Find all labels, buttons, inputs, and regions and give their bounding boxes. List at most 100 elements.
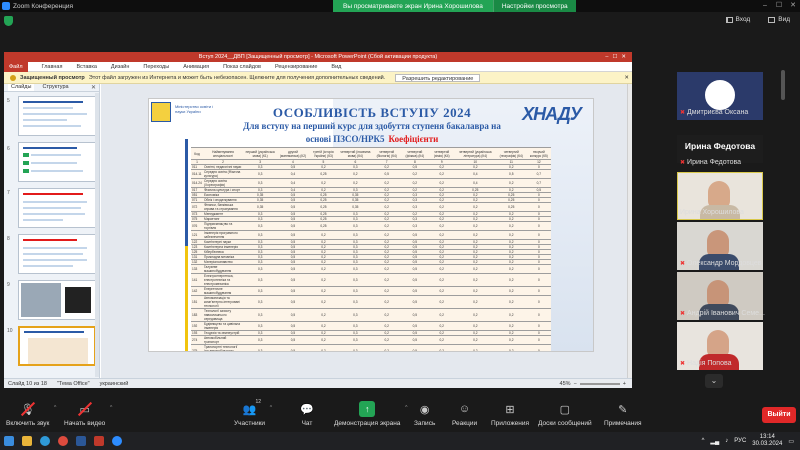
slide-scrollbar[interactable]: [627, 84, 632, 378]
language[interactable]: украинский: [100, 381, 129, 387]
participants-scrollbar[interactable]: [781, 70, 785, 100]
caret-up-icon[interactable]: ^: [270, 405, 272, 411]
folder-icon: [22, 436, 32, 446]
ribbon-tab-animation[interactable]: Анимация: [183, 64, 209, 70]
ribbon-tab-review[interactable]: Рецензирование: [275, 64, 317, 70]
start-button[interactable]: [0, 432, 18, 450]
taskbar-zoom[interactable]: [108, 432, 126, 450]
grid-view-icon: [768, 16, 776, 23]
coefficient-cell: 0: [526, 264, 551, 274]
unmute-button[interactable]: 🎙 ^ Включить звук: [6, 401, 56, 428]
participants-label: Участники: [234, 420, 266, 427]
clock[interactable]: 13:14 30.03.2024: [752, 434, 782, 448]
coefficient-cell: 0: [526, 286, 551, 296]
coefficient-cell: 0,2: [495, 178, 527, 188]
close-button[interactable]: ✕: [786, 0, 800, 12]
view-button[interactable]: Вид: [768, 16, 790, 23]
taskbar-chrome[interactable]: [54, 432, 72, 450]
start-video-button[interactable]: ▭ ^ Начать видео: [64, 401, 112, 428]
zoom-in-icon[interactable]: +: [623, 381, 626, 387]
coefficient-cell: 0,2: [372, 264, 401, 274]
slide-number: 7: [7, 190, 10, 196]
slide-thumbnail-selected[interactable]: [18, 326, 96, 366]
participants-button[interactable]: 👥 12 ^ Участники: [234, 399, 272, 427]
notes-button[interactable]: ✎ Примечания: [604, 401, 642, 428]
tab-slides[interactable]: Слайды: [8, 84, 35, 91]
enable-editing-button[interactable]: Разрешить редактирование: [395, 73, 481, 82]
slide-number: 5: [7, 98, 10, 104]
apps-button[interactable]: ⊞ Приложения: [491, 401, 529, 428]
coefficient-cell: 0,2: [495, 221, 527, 231]
tray-chevron-icon[interactable]: ^: [702, 438, 705, 444]
minimize-button[interactable]: –: [758, 0, 772, 12]
maximize-button[interactable]: ☐: [772, 0, 786, 12]
notifications-icon[interactable]: ▭: [788, 438, 794, 445]
whiteboards-button[interactable]: ▢ Доски сообщений: [538, 401, 592, 428]
coefficient-cell: 0,4: [454, 178, 496, 188]
word-icon: [76, 436, 86, 446]
zoom-out-icon[interactable]: −: [574, 381, 577, 387]
view-options-button[interactable]: Настройки просмотра: [492, 0, 576, 12]
ribbon-tab-view[interactable]: Вид: [331, 64, 341, 70]
slide-title: ОСОБЛИВІСТЬ ВСТУПУ 2024: [272, 105, 472, 120]
ppt-window-controls[interactable]: –☐✕: [605, 52, 630, 62]
coefficient-cell: 0,2: [454, 308, 496, 322]
input-language[interactable]: РУС: [734, 438, 746, 444]
microphone-icon: 🎙: [20, 401, 36, 417]
ribbon-tab-insert[interactable]: Вставка: [76, 64, 96, 70]
ribbon-tab-home[interactable]: Главная: [42, 64, 63, 70]
network-icon[interactable]: ▂▄: [710, 438, 719, 445]
record-button[interactable]: ◉ Запись: [414, 401, 435, 428]
specialty-name: Технології захисту навколишнього середов…: [203, 308, 243, 322]
taskbar-edge[interactable]: [36, 432, 54, 450]
meeting-header: Вход Вид: [0, 12, 800, 30]
chevron-down-icon[interactable]: ⌄: [705, 374, 723, 388]
zoom-window: Zoom Конференция Вы просматриваете экран…: [0, 0, 800, 450]
taskbar-word[interactable]: [72, 432, 90, 450]
chat-button[interactable]: 💬 Чат: [299, 401, 315, 428]
slide-thumbnail[interactable]: [18, 188, 96, 228]
coefficients-table: Код Найменування спеціальності перший (укр…: [191, 147, 551, 351]
coefficient-cell: 0: [526, 321, 551, 331]
muted-mic-icon: ✖: [680, 160, 686, 166]
current-slide[interactable]: Міністерство освіти і науки України ХНАД…: [148, 98, 594, 352]
coefficient-cell: 0,7: [526, 169, 551, 179]
share-screen-button[interactable]: ↑ ^ Демонстрация экрана: [334, 401, 407, 427]
window-controls: – ☐ ✕: [758, 0, 800, 12]
enter-button[interactable]: Вход: [725, 16, 750, 23]
caret-up-icon[interactable]: ^: [405, 405, 407, 411]
close-pane-icon[interactable]: ✕: [91, 84, 96, 91]
ribbon-tab-file[interactable]: Файл: [4, 61, 28, 72]
university-avatar-icon: [703, 78, 737, 112]
slide-thumbnail[interactable]: [18, 280, 96, 320]
zoom-level[interactable]: 45%: [560, 381, 571, 387]
windows-taskbar: ^ ▂▄ ♪ РУС 13:14 30.03.2024 ▭: [0, 432, 800, 450]
coefficient-cell: 0,5: [277, 230, 309, 240]
ribbon-tab-transitions[interactable]: Переходы: [143, 64, 169, 70]
caret-up-icon[interactable]: ^: [54, 405, 56, 411]
slide-thumbnail[interactable]: [18, 142, 96, 182]
zoom-slider[interactable]: [579, 382, 620, 385]
pane-scrollbar[interactable]: [95, 93, 99, 377]
ribbon-tab-slideshow[interactable]: Показ слайдов: [223, 64, 261, 70]
caret-up-icon[interactable]: ^: [110, 405, 112, 411]
coefficient-cell: 0,5: [277, 273, 309, 287]
protected-view-message[interactable]: Этот файл загружен из Интернета и может …: [89, 75, 386, 81]
slide-subtitle-1: Для вступу на перший курс для здобуття с…: [243, 121, 501, 131]
tab-outline[interactable]: Структура: [42, 84, 68, 91]
coefficient-cell: 0,2: [454, 202, 496, 212]
slide-thumbnail[interactable]: [18, 96, 96, 136]
taskbar-powerpoint[interactable]: [90, 432, 108, 450]
chrome-icon: [58, 436, 68, 446]
close-protected-bar-icon[interactable]: ✕: [624, 75, 629, 81]
taskbar-explorer[interactable]: [18, 432, 36, 450]
security-shield-icon[interactable]: [4, 16, 13, 26]
zoom-logo-icon: [2, 2, 10, 10]
leave-button[interactable]: Выйти: [762, 407, 796, 423]
reactions-button[interactable]: ☺ Реакции: [452, 401, 477, 427]
volume-icon[interactable]: ♪: [725, 438, 728, 444]
ribbon-tab-design[interactable]: Дизайн: [111, 64, 130, 70]
slide-thumbnail[interactable]: [18, 234, 96, 274]
muted-mic-icon: ✖: [680, 110, 686, 116]
coefficient-cell: 0,3: [243, 169, 278, 179]
